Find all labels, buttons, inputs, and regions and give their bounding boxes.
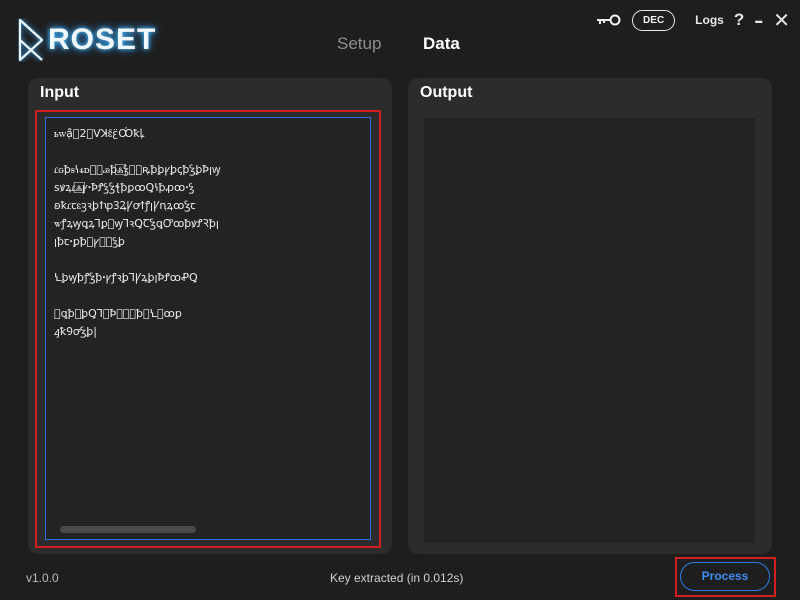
decrypt-mode-toggle[interactable]: DEC xyxy=(632,9,676,31)
input-textarea[interactable]: ꮟꮃậ̉⃞2⃞Ⅴꓘꮛ̊ꜫ̈Ꝏ̒ꝁꝲ ꮭꮐꝥꭶꝇꮞꭰꝸ⃞ꮚꝥꮬ⃞ꝣꝍ⃞ꝶꝥꝧꝩꝧꞔ… xyxy=(45,117,371,540)
input-highlight-frame: ꮟꮃậ̉⃞2⃞Ⅴꓘꮛ̊ꜫ̈Ꝏ̒ꝁꝲ ꮭꮐꝥꭶꝇꮞꭰꝸ⃞ꮚꝥꮬ⃞ꝣꝍ⃞ꝶꝥꝧꝩꝧꞔ… xyxy=(35,110,381,548)
app-logo: ROSET xyxy=(18,18,156,62)
window-controls: DEC Logs ? – ✕ xyxy=(596,8,790,32)
minimize-button[interactable]: – xyxy=(754,13,763,31)
tab-data[interactable]: Data xyxy=(423,34,460,54)
process-button[interactable]: Process xyxy=(680,562,770,591)
input-panel: Input ꮟꮃậ̉⃞2⃞Ⅴꓘꮛ̊ꜫ̈Ꝏ̒ꝁꝲ ꮭꮐꝥꭶꝇꮞꭰꝸ⃞ꮚꝥꮬ⃞ꝣꝍ⃞… xyxy=(28,78,392,554)
input-text[interactable]: ꮟꮃậ̉⃞2⃞Ⅴꓘꮛ̊ꜫ̈Ꝏ̒ꝁꝲ ꮭꮐꝥꭶꝇꮞꭰꝸ⃞ꮚꝥꮬ⃞ꝣꝍ⃞ꝶꝥꝧꝩꝧꞔ… xyxy=(46,118,370,532)
app-version: v1.0.0 xyxy=(26,571,59,585)
horizontal-scrollbar[interactable] xyxy=(60,526,196,533)
status-text: Key extracted (in 0.012s) xyxy=(330,571,464,585)
tab-setup[interactable]: Setup xyxy=(337,34,381,54)
key-icon[interactable] xyxy=(596,13,622,27)
help-button[interactable]: ? xyxy=(734,10,744,30)
close-button[interactable]: ✕ xyxy=(773,8,790,32)
logs-button[interactable]: Logs xyxy=(695,13,724,27)
output-panel: Output xyxy=(408,78,772,554)
output-textarea[interactable] xyxy=(424,118,755,543)
input-panel-title: Input xyxy=(40,84,80,101)
roset-logo-icon xyxy=(18,18,44,62)
app-brand-name: ROSET xyxy=(48,23,157,56)
output-panel-title: Output xyxy=(420,84,473,101)
